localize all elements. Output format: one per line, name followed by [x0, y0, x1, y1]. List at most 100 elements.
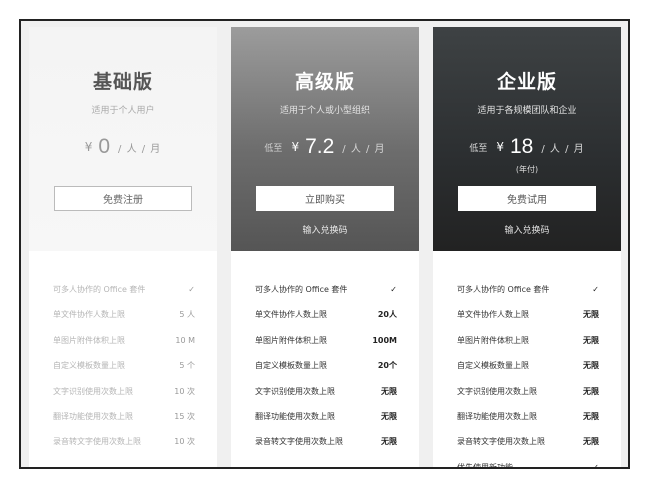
- feature-row: 单图片附件体积上限 100M: [231, 328, 419, 353]
- plan-card-basic: 基础版 适用于个人用户 ¥ 0 / 人 / 月 免费注册 可多人协作的 Offi…: [29, 27, 217, 467]
- feature-list: 可多人协作的 Office 套件 ✓ 单文件协作人数上限 5 人 单图片附件体积上限…: [29, 277, 217, 455]
- feature-label: 录音转文字使用次数上限: [255, 437, 343, 447]
- feature-value: 无限: [583, 411, 599, 421]
- feature-value: 15 次: [174, 411, 195, 421]
- plan-header-basic: 基础版 适用于个人用户 ¥ 0 / 人 / 月 免费注册: [29, 27, 217, 251]
- feature-label: 文字识别使用次数上限: [255, 386, 335, 396]
- feature-label: 翻译功能使用次数上限: [457, 411, 537, 421]
- redeem-code-link[interactable]: 输入兑换码: [433, 223, 621, 236]
- feature-row: 自定义模板数量上限 5 个: [29, 353, 217, 378]
- feature-row: 录音转文字使用次数上限 10 次: [29, 429, 217, 454]
- feature-value: 无限: [583, 335, 599, 345]
- plan-header-enterprise: 企业版 适用于各规模团队和企业 低至 ¥ 18 / 人 / 月 (年付) 免费试…: [433, 27, 621, 251]
- plan-title: 基础版: [92, 71, 153, 93]
- feature-row: 自定义模板数量上限 20个: [231, 353, 419, 378]
- plan-title: 企业版: [496, 71, 557, 93]
- price-amount: 7.2: [305, 135, 335, 158]
- feature-row: 可多人协作的 Office 套件 ✓: [231, 277, 419, 302]
- feature-label: 单图片附件体积上限: [457, 335, 529, 345]
- plan-subtitle: 适用于个人或小型组织: [279, 106, 370, 116]
- price-row: ¥ 0 / 人 / 月: [29, 132, 217, 162]
- feature-row: 录音转文字使用次数上限 无限: [433, 429, 621, 454]
- feature-label: 可多人协作的 Office 套件: [457, 285, 550, 294]
- feature-value: 20个: [377, 361, 397, 371]
- feature-value: 无限: [381, 411, 397, 421]
- redeem-code-link[interactable]: 输入兑换码: [231, 223, 419, 236]
- feature-row: 录音转文字使用次数上限 无限: [231, 429, 419, 454]
- feature-value: 无限: [583, 386, 599, 396]
- feature-label: 单文件协作人数上限: [457, 310, 529, 320]
- feature-row: 单文件协作人数上限 5 人: [29, 302, 217, 327]
- feature-label: 单图片附件体积上限: [255, 335, 327, 345]
- feature-label: 自定义模板数量上限: [255, 361, 327, 371]
- feature-label: 文字识别使用次数上限: [53, 386, 133, 396]
- feature-label: 翻译功能使用次数上限: [53, 411, 133, 421]
- feature-value: 无限: [583, 437, 599, 447]
- feature-row: 文字识别使用次数上限 无限: [433, 379, 621, 404]
- check-icon: ✓: [592, 462, 599, 469]
- check-icon: ✓: [390, 285, 397, 294]
- feature-label: 单图片附件体积上限: [53, 335, 125, 345]
- feature-row: 文字识别使用次数上限 10 次: [29, 379, 217, 404]
- feature-list: 可多人协作的 Office 套件 ✓ 单文件协作人数上限 20人 单图片附件体积上限…: [231, 277, 419, 455]
- feature-row: 自定义模板数量上限 无限: [433, 353, 621, 378]
- price-prefix: 低至: [264, 143, 283, 154]
- feature-row: 可多人协作的 Office 套件 ✓: [433, 277, 621, 302]
- free-signup-button[interactable]: 免费注册: [54, 186, 192, 211]
- feature-row: 可多人协作的 Office 套件 ✓: [29, 277, 217, 302]
- feature-label: 录音转文字使用次数上限: [53, 437, 141, 447]
- feature-row: 单文件协作人数上限 无限: [433, 302, 621, 327]
- price-amount: 0: [98, 135, 111, 158]
- feature-label: 翻译功能使用次数上限: [255, 411, 335, 421]
- price-row: 低至 ¥ 7.2 / 人 / 月: [231, 132, 419, 162]
- feature-value: 无限: [381, 437, 397, 447]
- buy-now-button[interactable]: 立即购买: [256, 186, 394, 211]
- plan-card-pro: 高级版 适用于个人或小型组织 低至 ¥ 7.2 / 人 / 月 立即购买 输入兑…: [231, 27, 419, 467]
- plan-card-enterprise: 企业版 适用于各规模团队和企业 低至 ¥ 18 / 人 / 月 (年付) 免费试…: [433, 27, 621, 469]
- price-amount: 18: [510, 135, 534, 158]
- feature-label: 文字识别使用次数上限: [457, 386, 537, 396]
- feature-label: 单文件协作人数上限: [53, 310, 125, 320]
- feature-value: 20人: [377, 310, 397, 320]
- feature-value: 10 次: [174, 437, 195, 447]
- feature-value: 5 个: [179, 361, 195, 371]
- currency-symbol: ¥: [291, 140, 300, 154]
- price-unit: / 人 / 月: [118, 143, 162, 155]
- price-row: 低至 ¥ 18 / 人 / 月: [433, 132, 621, 162]
- free-trial-button[interactable]: 免费试用: [458, 186, 596, 211]
- feature-list: 可多人协作的 Office 套件 ✓ 单文件协作人数上限 无限 单图片附件体积上限无…: [433, 277, 621, 469]
- feature-value: 10 次: [174, 386, 195, 396]
- feature-label: 自定义模板数量上限: [457, 361, 529, 371]
- feature-label: 可多人协作的 Office 套件: [255, 285, 348, 294]
- feature-label: 录音转文字使用次数上限: [457, 437, 545, 447]
- feature-row: 单图片附件体积上限 10 M: [29, 328, 217, 353]
- feature-value: 无限: [583, 361, 599, 371]
- feature-row: 单图片附件体积上限 无限: [433, 328, 621, 353]
- check-icon: ✓: [592, 285, 599, 294]
- price-prefix: 低至: [469, 143, 488, 154]
- feature-label: 优先使用新功能: [457, 462, 513, 469]
- feature-row: 文字识别使用次数上限 无限: [231, 379, 419, 404]
- feature-row: 翻译功能使用次数上限 无限: [231, 404, 419, 429]
- currency-symbol: ¥: [84, 140, 93, 154]
- feature-row: 优先使用新功能 ✓: [433, 455, 621, 469]
- feature-label: 单文件协作人数上限: [255, 310, 327, 320]
- pricing-frame: 基础版 适用于个人用户 ¥ 0 / 人 / 月 免费注册 可多人协作的 Offi…: [19, 19, 630, 469]
- feature-row: 翻译功能使用次数上限 15 次: [29, 404, 217, 429]
- feature-value: 100M: [372, 335, 397, 345]
- plan-title: 高级版: [294, 71, 355, 93]
- feature-label: 可多人协作的 Office 套件: [53, 285, 146, 294]
- feature-value: 10 M: [175, 335, 195, 345]
- feature-row: 单文件协作人数上限 20人: [231, 302, 419, 327]
- feature-row: 翻译功能使用次数上限 无限: [433, 404, 621, 429]
- feature-value: 无限: [583, 310, 599, 320]
- feature-value: 无限: [381, 386, 397, 396]
- price-unit: / 人 / 月: [541, 143, 585, 155]
- feature-label: 自定义模板数量上限: [53, 361, 125, 371]
- feature-value: 5 人: [179, 310, 195, 320]
- plan-header-pro: 高级版 适用于个人或小型组织 低至 ¥ 7.2 / 人 / 月 立即购买 输入兑…: [231, 27, 419, 251]
- price-unit: / 人 / 月: [342, 143, 386, 155]
- plan-subtitle: 适用于个人用户: [91, 106, 155, 116]
- billing-note: (年付): [515, 165, 539, 174]
- currency-symbol: ¥: [496, 140, 504, 154]
